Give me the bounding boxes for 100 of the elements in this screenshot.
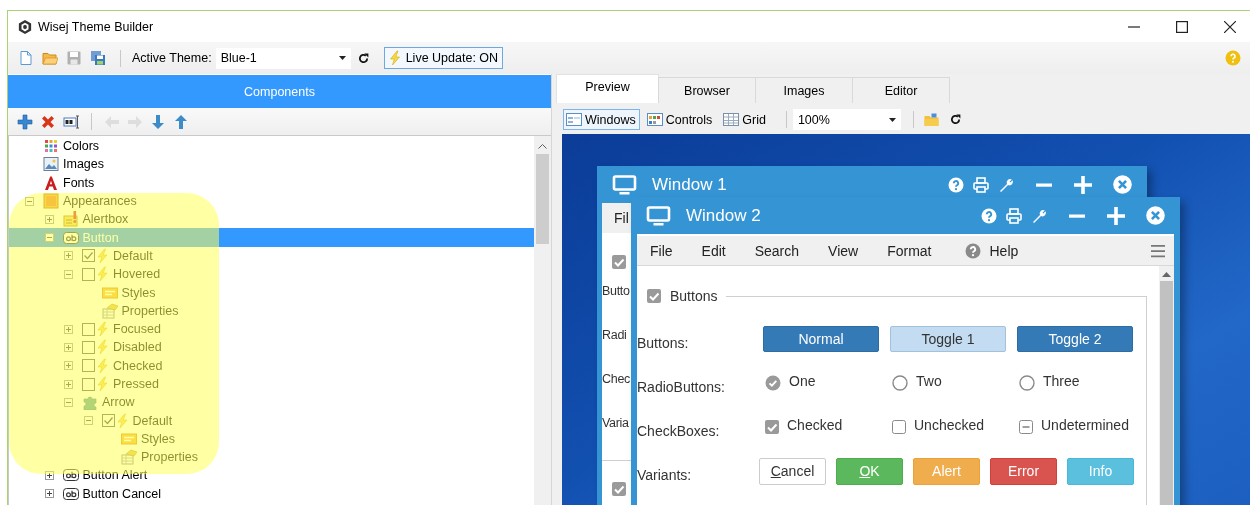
stylesheet-icon xyxy=(101,284,118,301)
menu-item[interactable]: Help xyxy=(965,242,1019,259)
menu-icon[interactable] xyxy=(1150,243,1166,258)
tab[interactable]: Editor xyxy=(852,77,950,103)
row-label: Variants: xyxy=(637,465,693,483)
tree-toggle-icon[interactable] xyxy=(25,196,34,206)
row-label: Buttons: xyxy=(637,333,690,351)
view-button[interactable]: Windows xyxy=(563,109,640,130)
button-icon xyxy=(62,229,79,246)
tree-toggle-icon[interactable] xyxy=(64,379,73,389)
view-button[interactable]: Controls xyxy=(643,109,717,130)
rename-icon[interactable] xyxy=(63,113,79,130)
menu-item[interactable]: File xyxy=(650,242,673,259)
down-arrow-icon[interactable] xyxy=(150,113,166,130)
checkbox[interactable] xyxy=(82,267,95,281)
windows-view-icon xyxy=(566,112,582,127)
checkbox[interactable] xyxy=(612,482,626,496)
checkbox[interactable] xyxy=(765,420,779,434)
tree-toggle-icon[interactable] xyxy=(44,214,54,224)
checkbox[interactable] xyxy=(82,359,95,373)
tab[interactable]: Browser xyxy=(658,77,756,103)
grid-view-icon xyxy=(723,112,740,127)
scrollbar[interactable] xyxy=(534,136,551,505)
checkbox[interactable] xyxy=(82,249,95,263)
new-file-icon[interactable] xyxy=(18,50,34,66)
checkbox[interactable] xyxy=(647,289,661,303)
help-icon[interactable] xyxy=(948,176,964,193)
scrollbar-thumb[interactable] xyxy=(1160,281,1173,505)
radio-button[interactable] xyxy=(1019,375,1035,391)
refresh-icon[interactable] xyxy=(948,113,962,126)
tab[interactable]: Preview xyxy=(556,74,659,103)
checkbox[interactable] xyxy=(1019,420,1033,434)
menu-item[interactable]: Edit xyxy=(701,242,726,259)
view-button[interactable]: Grid xyxy=(720,109,770,130)
checkbox[interactable] xyxy=(612,255,626,269)
tree-toggle-icon[interactable] xyxy=(64,251,73,261)
tree-toggle-icon[interactable] xyxy=(83,416,93,426)
button-icon xyxy=(62,467,79,484)
maximize-icon[interactable] xyxy=(1176,20,1188,33)
tree-toggle-icon[interactable] xyxy=(44,489,54,499)
tree-item[interactable]: Button Cancel xyxy=(9,484,534,503)
tree-toggle-icon[interactable] xyxy=(44,471,54,480)
image-icon xyxy=(43,156,59,173)
menu-item[interactable]: Fil xyxy=(614,210,629,226)
toggle-button[interactable]: Toggle 2 xyxy=(1017,326,1133,352)
scrollbar-thumb[interactable] xyxy=(536,154,549,244)
menu-item[interactable]: Search xyxy=(754,242,800,259)
checkbox[interactable] xyxy=(101,414,115,428)
tree-item[interactable]: Colors xyxy=(9,137,534,156)
checkbox[interactable] xyxy=(82,340,95,354)
scrollbar[interactable] xyxy=(1159,266,1174,505)
tree-toggle-icon[interactable] xyxy=(64,269,73,279)
scroll-up-icon[interactable] xyxy=(538,144,547,149)
tree-item[interactable]: Button Alert xyxy=(9,466,534,485)
lightning-icon xyxy=(115,412,129,429)
menu-item[interactable]: Format xyxy=(887,242,932,259)
radio-button[interactable] xyxy=(892,375,908,391)
menu-item[interactable]: View xyxy=(828,242,859,259)
monitor-icon xyxy=(646,205,671,226)
open-folder-icon[interactable] xyxy=(42,50,58,66)
up-arrow-icon[interactable] xyxy=(173,113,189,130)
toggle-button[interactable]: Toggle 1 xyxy=(890,326,1006,352)
toggle-button[interactable]: Normal xyxy=(763,326,879,352)
delete-icon[interactable] xyxy=(40,113,56,130)
checkbox[interactable] xyxy=(82,322,95,336)
radio-button[interactable] xyxy=(765,375,781,391)
save-all-icon[interactable] xyxy=(90,50,106,66)
wrench-icon[interactable] xyxy=(998,176,1014,193)
tree-toggle-icon[interactable] xyxy=(64,397,73,407)
zoom-combobox[interactable]: 100% xyxy=(792,109,901,130)
variant-button[interactable]: Cancel xyxy=(759,457,826,485)
lightning-icon xyxy=(96,357,109,374)
alert-icon xyxy=(62,211,79,228)
tree-toggle-icon[interactable] xyxy=(44,233,54,243)
live-update-toggle[interactable]: Live Update: ON xyxy=(383,47,504,69)
printer-icon[interactable] xyxy=(973,176,989,193)
folder-icon[interactable] xyxy=(922,111,940,128)
option-label: Checked xyxy=(787,417,843,433)
variant-button[interactable]: Error xyxy=(990,457,1057,485)
add-icon[interactable] xyxy=(17,113,33,130)
wrench-icon[interactable] xyxy=(1031,207,1047,224)
tree-toggle-icon[interactable] xyxy=(64,342,73,352)
printer-icon[interactable] xyxy=(1006,207,1022,224)
checkbox[interactable] xyxy=(892,420,906,434)
checkbox[interactable] xyxy=(82,377,95,391)
tree-toggle-icon[interactable] xyxy=(64,324,73,334)
theme-combobox[interactable]: Blue-1 xyxy=(215,47,351,69)
scroll-up-icon[interactable] xyxy=(1162,272,1171,277)
close-icon[interactable] xyxy=(1224,20,1236,33)
tree-item[interactable]: Images xyxy=(9,155,534,174)
help-icon xyxy=(965,242,982,259)
help-icon[interactable] xyxy=(981,207,997,224)
lightning-icon xyxy=(96,339,109,356)
tree-toggle-icon[interactable] xyxy=(64,361,73,371)
monitor-icon xyxy=(612,174,637,195)
app-logo-icon xyxy=(18,19,32,34)
help-icon[interactable] xyxy=(1225,50,1241,66)
puzzle-icon xyxy=(82,394,98,411)
refresh-icon[interactable] xyxy=(356,51,370,65)
tree-item[interactable]: Fonts xyxy=(9,173,534,192)
